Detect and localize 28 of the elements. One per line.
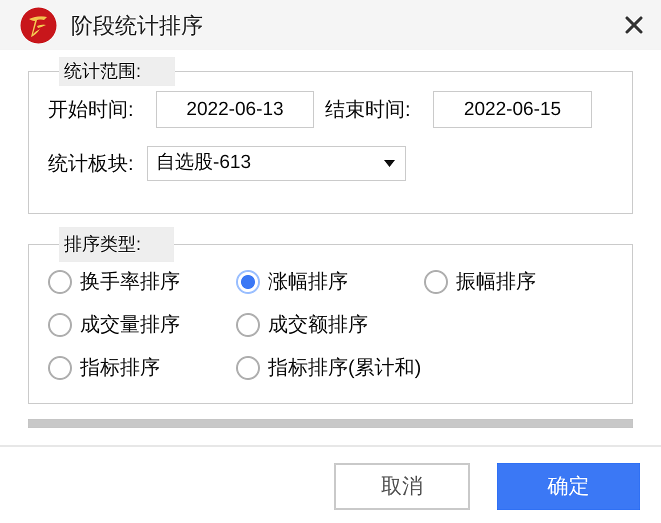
end-time-label: 结束时间:	[325, 98, 412, 122]
start-time-label: 开始时间:	[48, 98, 135, 122]
sector-dropdown[interactable]: 自选股-613	[147, 146, 406, 181]
start-date-field[interactable]: 2022-06-13	[156, 91, 314, 128]
cancel-button[interactable]: 取消	[334, 463, 470, 510]
dropdown-arrow-icon	[384, 160, 395, 167]
radio-button[interactable]	[48, 270, 72, 294]
radio-label: 成交额排序	[268, 313, 368, 338]
radio-button[interactable]	[236, 270, 260, 294]
radio-label: 涨幅排序	[268, 270, 348, 295]
group-legend: 排序类型:	[59, 227, 174, 262]
close-icon[interactable]	[625, 16, 643, 34]
radio-button[interactable]	[424, 270, 448, 294]
radio-button[interactable]	[48, 356, 72, 380]
radio-label: 振幅排序	[456, 270, 536, 295]
radio-label: 换手率排序	[80, 270, 180, 295]
radio-label: 指标排序(累计和)	[268, 356, 422, 381]
group-legend: 统计范围:	[59, 57, 175, 86]
radio-label: 成交量排序	[80, 313, 180, 338]
radio-button[interactable]	[236, 313, 260, 337]
radio-label: 指标排序	[80, 356, 160, 381]
radio-button[interactable]	[236, 356, 260, 380]
logo-icon	[20, 6, 57, 44]
end-date-field[interactable]: 2022-06-15	[433, 91, 592, 128]
confirm-button[interactable]: 确定	[497, 463, 640, 510]
radio-button[interactable]	[48, 313, 72, 337]
window-title: 阶段统计排序	[71, 12, 203, 40]
sector-label: 统计板块:	[48, 152, 135, 176]
